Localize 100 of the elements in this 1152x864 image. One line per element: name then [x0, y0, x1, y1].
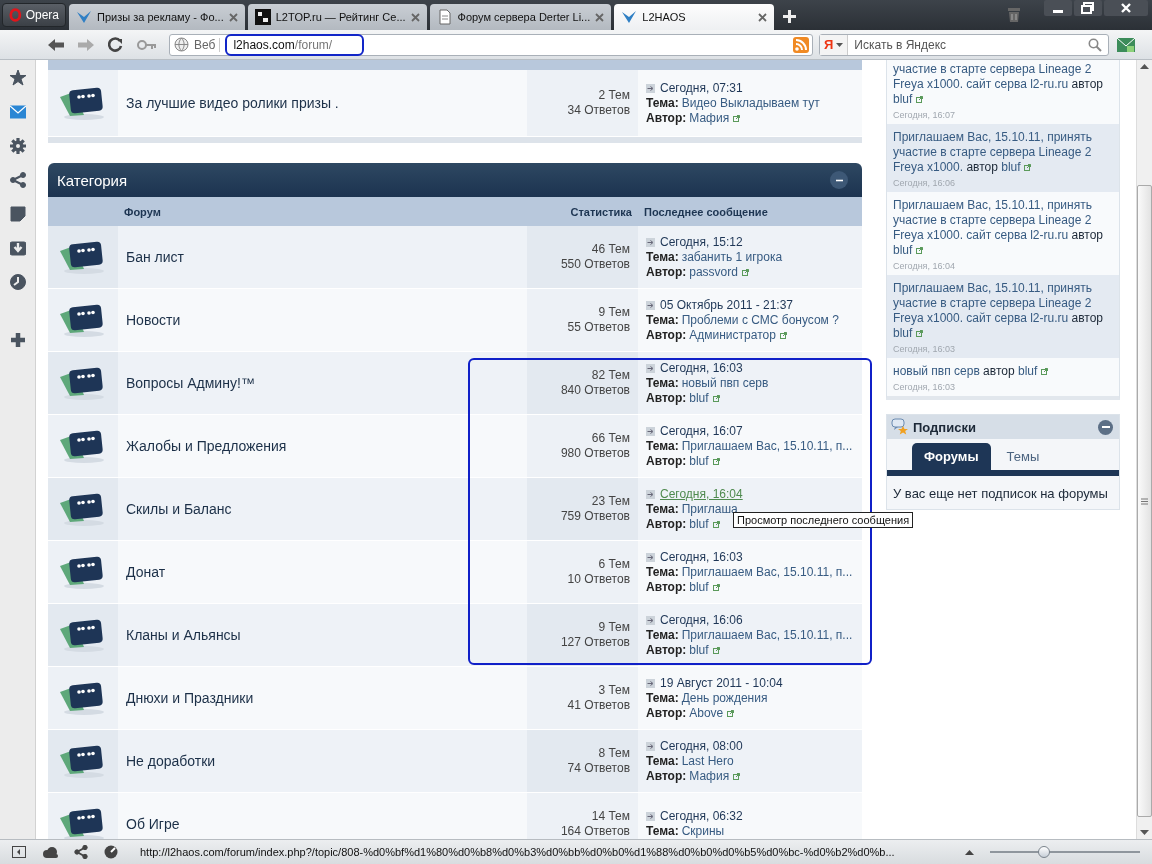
search-engine-button[interactable]: Я [820, 34, 849, 55]
gear-icon[interactable] [9, 138, 26, 154]
author-link[interactable]: bluf [689, 642, 709, 658]
author-link[interactable]: Above [689, 705, 724, 721]
forum-link[interactable]: Бан лист [126, 249, 184, 265]
close-icon[interactable] [758, 12, 768, 22]
external-link-icon[interactable] [727, 709, 735, 717]
date-link[interactable]: Сегодня, 16:07 [660, 423, 743, 439]
forum-link[interactable]: Вопросы Админу!™ [126, 375, 255, 391]
share-icon[interactable] [74, 845, 88, 859]
arrow-icon[interactable] [646, 237, 655, 247]
panel-tab[interactable]: Темы [994, 443, 1052, 470]
author-link[interactable]: bluf [1001, 160, 1021, 174]
up-arrow-icon[interactable] [965, 849, 974, 855]
collapse-button[interactable] [830, 171, 848, 189]
arrow-icon[interactable] [646, 615, 655, 625]
star-icon[interactable] [9, 70, 26, 86]
download-icon[interactable] [9, 240, 26, 256]
date-link[interactable]: Сегодня, 08:00 [660, 738, 743, 754]
author-link[interactable]: Мафия [689, 768, 730, 784]
external-link-icon[interactable] [915, 96, 923, 103]
url-text[interactable]: l2haos.com/forum/ [225, 33, 365, 56]
author-link[interactable]: passvord [689, 264, 738, 280]
slider-thumb[interactable] [1038, 846, 1050, 858]
forum-link[interactable]: Об Игре [126, 816, 180, 832]
arrow-icon[interactable] [646, 741, 655, 751]
author-link[interactable]: bluf [689, 516, 709, 532]
close-icon[interactable] [228, 12, 238, 22]
collapse-button[interactable] [1098, 419, 1113, 435]
arrow-icon[interactable] [646, 552, 655, 562]
forum-link[interactable]: Не доработки [126, 753, 216, 769]
date-link[interactable]: 19 Август 2011 - 10:04 [660, 675, 783, 691]
browser-tab[interactable]: L2HAOS [614, 4, 775, 30]
author-link[interactable]: bluf [1017, 364, 1038, 378]
trash-icon[interactable] [1007, 7, 1021, 22]
external-link-icon[interactable] [712, 583, 720, 591]
mail-icon[interactable] [1117, 36, 1135, 53]
author-link[interactable]: bluf [689, 579, 709, 595]
external-link-icon[interactable] [712, 646, 720, 654]
reload-icon[interactable] [108, 37, 123, 52]
plus-icon[interactable] [9, 332, 26, 348]
external-link-icon[interactable] [779, 331, 787, 339]
date-link[interactable]: 05 Октябрь 2011 - 21:37 [660, 297, 794, 313]
forum-link[interactable]: Жалобы и Предложения [126, 438, 287, 454]
topic-link[interactable]: Last Hero [681, 753, 734, 769]
author-link[interactable]: bluf [893, 92, 913, 106]
forum-link[interactable]: Скилы и Баланс [126, 501, 232, 517]
mail-icon[interactable] [9, 104, 26, 120]
browser-tab[interactable]: Форум сервера Derter Li... [429, 4, 612, 30]
arrow-icon[interactable] [646, 300, 655, 310]
topic-link[interactable]: День рождения [681, 690, 768, 706]
search-icon[interactable] [1088, 37, 1102, 52]
share-icon[interactable] [9, 172, 26, 188]
author-link[interactable]: bluf [893, 243, 913, 257]
topic-link[interactable]: новый пвп серв [681, 375, 769, 391]
external-link-icon[interactable] [733, 114, 741, 122]
external-link-icon[interactable] [915, 247, 923, 254]
author-link[interactable]: bluf [689, 453, 709, 469]
cloud-icon[interactable] [42, 846, 58, 858]
close-icon[interactable] [595, 12, 605, 22]
date-link[interactable]: Сегодня, 16:03 [660, 360, 743, 376]
topic-link[interactable]: Приглашаем Вас, 15.10.11, п... [681, 564, 853, 580]
arrow-icon[interactable] [646, 83, 655, 93]
scroll-thumb[interactable] [1137, 185, 1152, 817]
external-link-icon[interactable] [1023, 164, 1031, 171]
external-link-icon[interactable] [1040, 368, 1048, 375]
minimize-icon[interactable] [1044, 0, 1072, 16]
external-link-icon[interactable] [712, 457, 720, 465]
browser-tab[interactable]: Призы за рекламу - Фо... [69, 4, 245, 30]
arrow-icon[interactable] [646, 489, 655, 499]
date-link[interactable]: Сегодня, 07:31 [660, 80, 743, 96]
back-icon[interactable] [48, 37, 64, 52]
external-link-icon[interactable] [712, 520, 720, 528]
external-link-icon[interactable] [915, 330, 923, 337]
speedometer-icon[interactable] [104, 845, 118, 859]
close-icon[interactable] [1104, 0, 1148, 16]
panel-tab[interactable]: Форумы [912, 443, 991, 470]
forum-link[interactable]: Новости [126, 312, 181, 328]
maximize-icon[interactable] [1074, 0, 1102, 16]
topic-link[interactable]: Скрины [681, 824, 725, 839]
address-field[interactable]: Веб l2haos.com/forum/ [169, 33, 813, 56]
topic-link[interactable]: забанить 1 игрока [681, 249, 783, 265]
arrow-icon[interactable] [646, 426, 655, 436]
arrow-icon[interactable] [646, 678, 655, 688]
date-link[interactable]: Сегодня, 06:32 [660, 809, 743, 824]
scrollbar[interactable] [1136, 60, 1152, 839]
topic-link[interactable]: Видео Выкладываем тут [681, 95, 820, 111]
external-link-icon[interactable] [733, 772, 741, 780]
topic-link[interactable]: Приглашаем Вас, 15.10.11, п... [681, 438, 853, 454]
date-link[interactable]: Сегодня, 16:06 [660, 612, 743, 628]
topic-link[interactable]: Проблеми с СМС бонусом ? [681, 312, 839, 328]
clock-icon[interactable] [9, 274, 26, 290]
external-link-icon[interactable] [712, 394, 720, 402]
arrow-icon[interactable] [646, 812, 655, 821]
date-link[interactable]: Сегодня, 16:03 [660, 549, 743, 565]
arrow-icon[interactable] [646, 363, 655, 373]
menu-button[interactable]: Opera [2, 3, 66, 27]
scroll-up-icon[interactable] [1140, 64, 1149, 69]
date-link[interactable]: Сегодня, 16:04 [660, 486, 743, 502]
search-field[interactable]: Я Искать в Яндекс [819, 33, 1109, 56]
